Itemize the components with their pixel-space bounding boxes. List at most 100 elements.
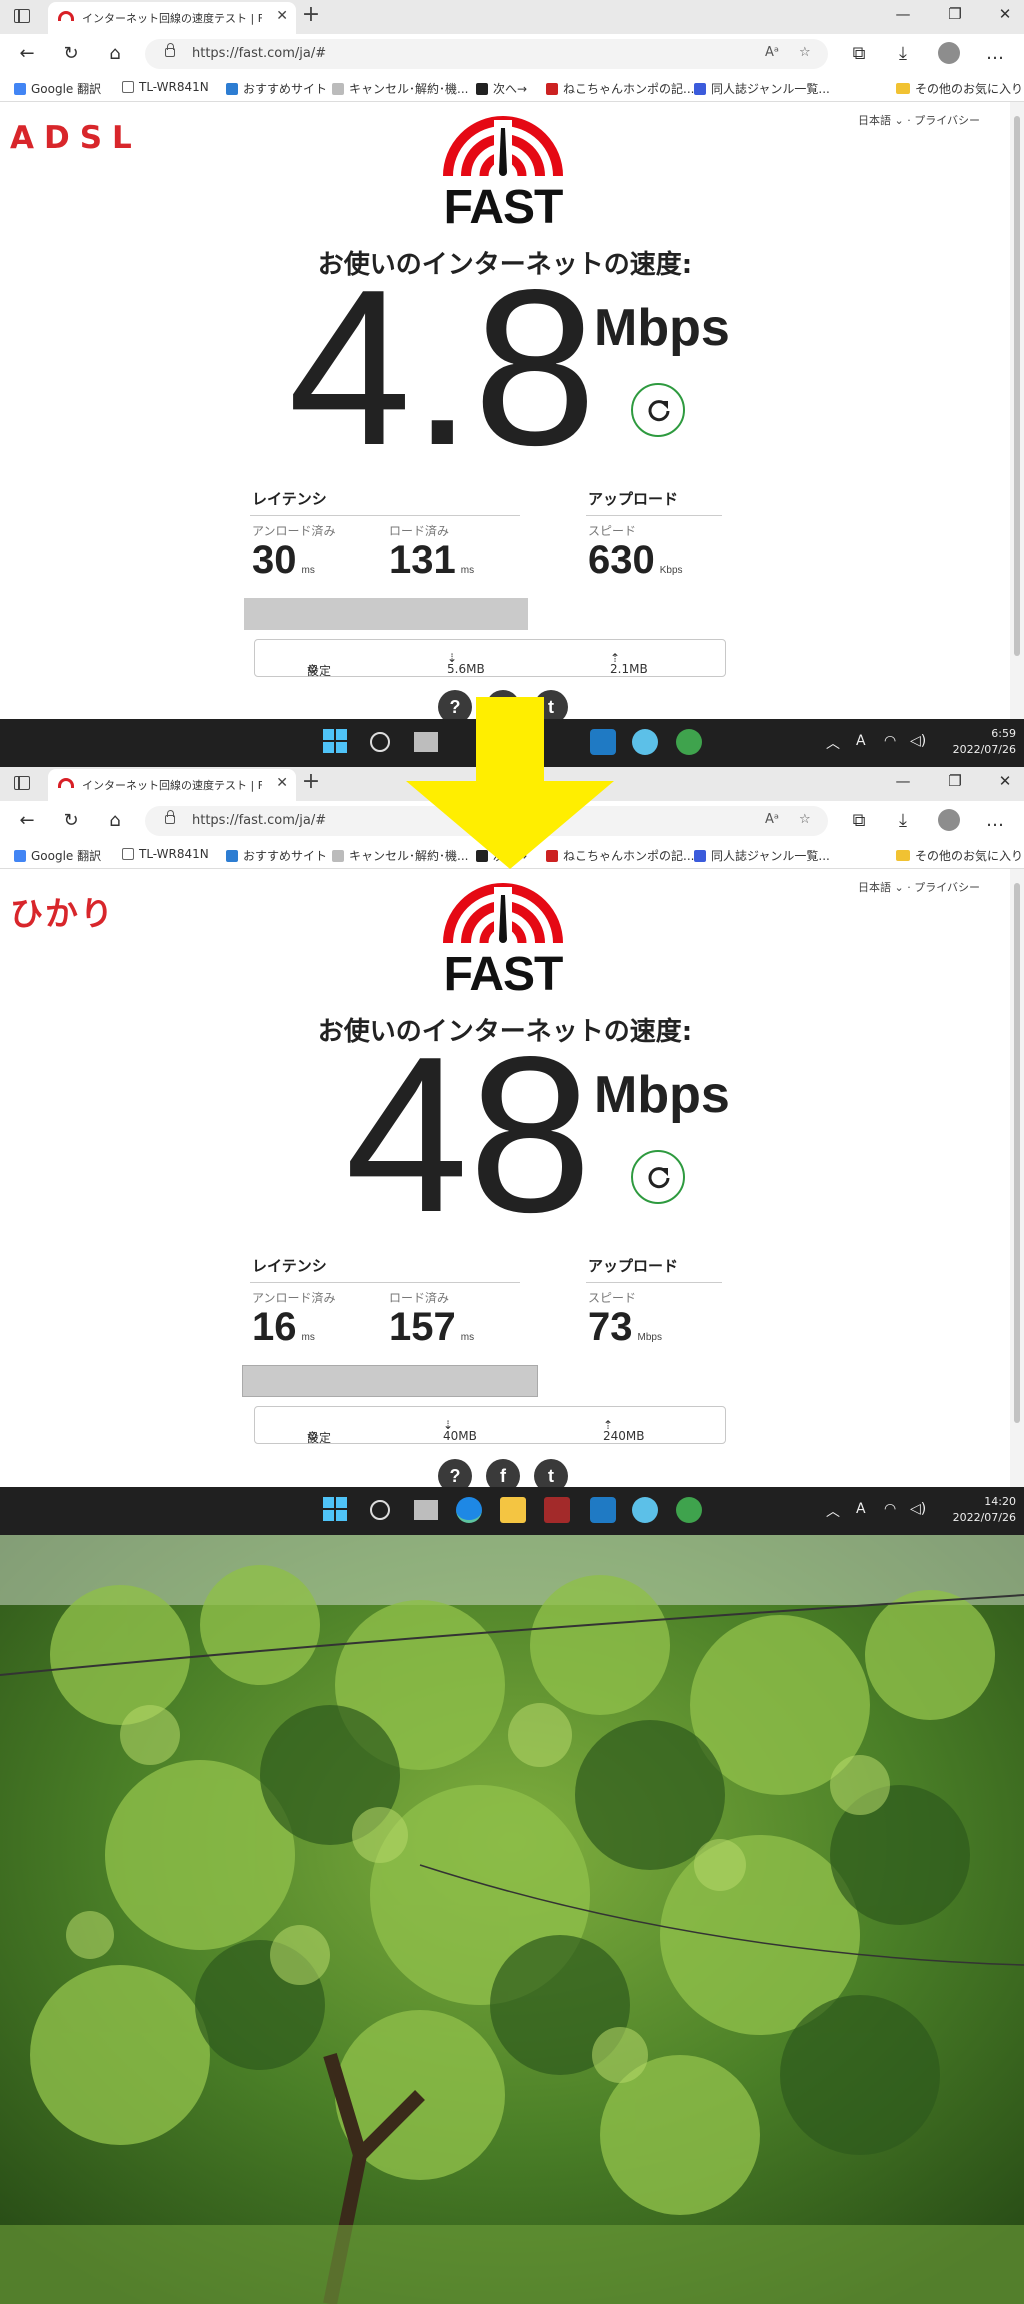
read-aloud-icon[interactable]: Aᵃ <box>765 812 779 827</box>
favorite-star-icon[interactable]: ☆ <box>799 812 811 827</box>
reload-button[interactable]: ↻ <box>58 42 84 66</box>
back-button[interactable]: ← <box>14 809 40 833</box>
upload-divider <box>586 515 722 516</box>
tree-photo-illustration <box>0 1535 1024 2304</box>
browser-tab[interactable]: インターネット回線の速度テスト | Fast.com ✕ <box>48 2 296 34</box>
minimize-icon[interactable]: — <box>888 772 918 790</box>
other-favorites[interactable]: その他のお気に入り <box>896 80 1023 97</box>
collections-icon[interactable]: ⧉ <box>846 809 872 833</box>
page-scrollbar[interactable] <box>1010 102 1024 719</box>
new-tab-button[interactable]: + <box>298 3 324 29</box>
tab-title: インターネット回線の速度テスト | Fast.com <box>82 779 262 792</box>
scroll-thumb[interactable] <box>1014 883 1020 1423</box>
wifi-icon[interactable]: ◠ <box>884 1501 896 1517</box>
favorite-item[interactable]: キャンセル･解約･機... <box>332 80 468 97</box>
profile-avatar[interactable] <box>938 809 960 831</box>
profile-avatar[interactable] <box>938 42 960 64</box>
downloads-icon[interactable]: ⤓ <box>890 809 916 833</box>
favorite-item[interactable]: 同人誌ジャンル一覧... <box>694 847 830 864</box>
volume-icon[interactable]: ◁) <box>910 1501 926 1517</box>
close-window-icon[interactable]: ✕ <box>990 5 1020 23</box>
lock-icon <box>165 810 175 824</box>
lock-icon <box>165 43 175 57</box>
globe-app-icon[interactable] <box>676 1497 702 1523</box>
privacy-link[interactable]: プライバシー <box>914 114 980 127</box>
bing-icon <box>226 83 238 95</box>
page-viewport: ADSL 日本語 ⌄ · プライバシー FAST お使いのインターネットの速度:… <box>0 102 1010 724</box>
favorite-icon <box>14 83 26 95</box>
new-tab-button[interactable]: + <box>298 770 324 796</box>
language-link[interactable]: 日本語 <box>858 881 891 894</box>
scroll-thumb[interactable] <box>1014 116 1020 656</box>
restore-icon[interactable]: ❐ <box>940 772 970 790</box>
home-button[interactable]: ⌂ <box>102 809 128 833</box>
favorite-item[interactable]: 同人誌ジャンル一覧... <box>694 80 830 97</box>
restore-icon[interactable]: ❐ <box>940 5 970 23</box>
more-menu-icon[interactable]: … <box>982 42 1008 66</box>
favorite-item[interactable]: TL-WR841N <box>122 80 209 94</box>
page-scrollbar[interactable] <box>1010 869 1024 1487</box>
wifi-icon[interactable]: ◠ <box>884 733 896 749</box>
media-player-icon[interactable] <box>632 1497 658 1523</box>
loaded-label: ロード済み <box>389 1291 450 1305</box>
show-hidden-icons[interactable]: ︿ <box>826 733 840 753</box>
read-aloud-icon[interactable]: Aᵃ <box>765 45 779 60</box>
edge-browser-icon[interactable] <box>456 1497 482 1523</box>
downloaded-data: 5.6MB ⇣ <box>447 651 485 676</box>
favorite-item[interactable]: おすすめサイト <box>226 847 327 864</box>
settings-bar[interactable]: ⚙ 設定 5.6MB ⇣ 2.1MB ⇡ <box>254 639 726 678</box>
windows-start-icon[interactable] <box>323 1497 349 1523</box>
tab-actions-icon[interactable] <box>14 9 30 23</box>
tree-photo <box>0 1535 1024 2304</box>
downloads-icon[interactable]: ⤓ <box>890 42 916 66</box>
favorite-item[interactable]: TL-WR841N <box>122 847 209 861</box>
connection-caption: ひかり <box>10 894 115 933</box>
language-link[interactable]: 日本語 <box>858 114 891 127</box>
collections-icon[interactable]: ⧉ <box>846 42 872 66</box>
task-view-icon[interactable] <box>414 1500 438 1520</box>
redacted-bar <box>242 1365 538 1397</box>
settings-bar[interactable]: ⚙ 設定 40MB ⇣ 240MB ⇡ <box>254 1406 726 1445</box>
reload-button[interactable]: ↻ <box>58 809 84 833</box>
speedometer-icon <box>443 116 563 184</box>
favorite-item[interactable]: ねこちゃんホンポの記... <box>546 80 694 97</box>
tab-title: インターネット回線の速度テスト | Fast.com <box>82 12 262 25</box>
clock[interactable]: 14:20 2022/07/26 <box>930 1494 1016 1526</box>
music-app-icon[interactable] <box>590 1497 616 1523</box>
search-icon[interactable] <box>370 732 390 752</box>
globe-app-icon[interactable] <box>676 729 702 755</box>
browser-tab[interactable]: インターネット回線の速度テスト | Fast.com ✕ <box>48 769 296 801</box>
privacy-link[interactable]: プライバシー <box>914 881 980 894</box>
file-explorer-icon[interactable] <box>500 1497 526 1523</box>
close-tab-icon[interactable]: ✕ <box>276 775 288 791</box>
ime-indicator[interactable]: A <box>856 1501 866 1517</box>
page-viewport: ひかり 日本語 ⌄ · プライバシー FAST お使いのインターネットの速度: … <box>0 869 1010 1493</box>
show-hidden-icons[interactable]: ︿ <box>826 1501 840 1521</box>
favorite-item[interactable]: Google 翻訳 <box>14 847 101 864</box>
media-player-icon[interactable] <box>632 729 658 755</box>
other-favorites[interactable]: その他のお気に入り <box>896 847 1023 864</box>
ime-indicator[interactable]: A <box>856 733 866 749</box>
refresh-button[interactable] <box>631 1150 685 1204</box>
bing-icon <box>226 850 238 862</box>
close-window-icon[interactable]: ✕ <box>990 772 1020 790</box>
close-tab-icon[interactable]: ✕ <box>276 8 288 24</box>
more-menu-icon[interactable]: … <box>982 809 1008 833</box>
back-button[interactable]: ← <box>14 42 40 66</box>
home-button[interactable]: ⌂ <box>102 42 128 66</box>
tab-actions-icon[interactable] <box>14 776 30 790</box>
refresh-button[interactable] <box>631 383 685 437</box>
minimize-icon[interactable]: — <box>888 5 918 23</box>
search-icon[interactable] <box>370 1500 390 1520</box>
speed-unit: Mbps <box>594 299 730 357</box>
favorite-item[interactable]: Google 翻訳 <box>14 80 101 97</box>
windows-start-icon[interactable] <box>323 729 349 755</box>
favorite-star-icon[interactable]: ☆ <box>799 45 811 60</box>
clock[interactable]: 6:59 2022/07/26 <box>930 726 1016 758</box>
favorite-item[interactable]: おすすめサイト <box>226 80 327 97</box>
app-icon[interactable] <box>544 1497 570 1523</box>
volume-icon[interactable]: ◁) <box>910 733 926 749</box>
address-bar[interactable]: https://fast.com/ja/# Aᵃ ☆ <box>145 39 828 69</box>
download-speed: 48 <box>345 1011 592 1259</box>
favorite-item[interactable]: 次へ→ <box>476 80 527 97</box>
